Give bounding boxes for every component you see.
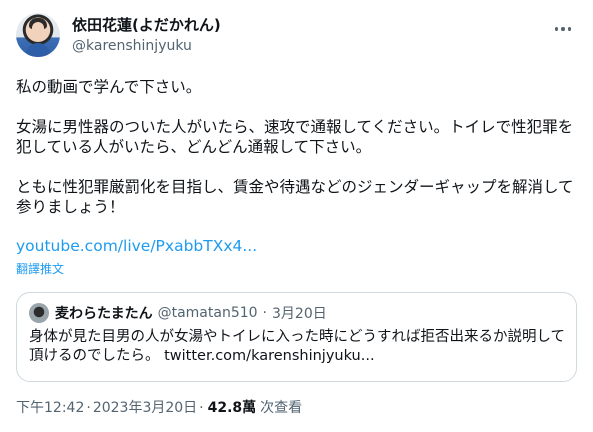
more-horizontal-icon-dot [567, 27, 572, 31]
more-horizontal-icon-dot [561, 27, 565, 31]
author-avatar[interactable] [16, 13, 60, 57]
views-count: 42.8萬 [207, 400, 257, 416]
quoted-author-avatar [29, 303, 49, 323]
avatar-shirt [26, 43, 50, 57]
more-options-button[interactable] [549, 15, 577, 43]
tweet-link[interactable]: youtube.com/live/PxabbTXx4... [16, 236, 257, 256]
translate-tweet-link[interactable]: 翻譯推文 [16, 262, 64, 276]
footer-separator: · [199, 400, 204, 416]
author-display-name[interactable]: 依田花蓮(よだかれん) [72, 15, 221, 35]
quoted-tweet-text: 身体が見た目男の人が女湯やトイレに入った時にどうすれば拒否出来るか説明して頂ける… [29, 328, 569, 366]
quoted-tweet-header: 麦わらたまたん @tamatan510 · 3月20日 [29, 303, 327, 323]
author-handle[interactable]: @karenshinjyuku [72, 36, 221, 56]
tweet-footer: 下午12:42 · 2023年3月20日 · 42.8萬 次查看 [16, 398, 302, 418]
tweet-header: 依田花蓮(よだかれん) @karenshinjyuku [16, 11, 577, 59]
quoted-tweet[interactable]: 麦わらたまたん @tamatan510 · 3月20日 身体が見た目男の人が女湯… [16, 292, 577, 382]
tweet-time[interactable]: 下午12:42 [16, 398, 84, 418]
tweet-text-line-3: ともに性犯罪厳罰化を目指し、賃金や待遇などのジェンダーギャップを解消して参りまし… [16, 178, 574, 216]
tweet-date[interactable]: 2023年3月20日 [93, 398, 197, 418]
quoted-date: 3月20日 [272, 306, 327, 322]
more-horizontal-icon [554, 27, 559, 31]
quoted-author-handle: @tamatan510 [157, 305, 258, 321]
tweet-text-line-2: 女湯に男性器のついた人がいたら、速攻で通報してください。トイレで性犯罪を犯してい… [16, 118, 574, 156]
quoted-author-name: 麦わらたまたん [55, 306, 153, 322]
quoted-separator: · [262, 305, 267, 321]
author-name-block: 依田花蓮(よだかれん) @karenshinjyuku [72, 15, 221, 56]
footer-separator: · [86, 400, 91, 416]
tweet-text-line-1: 私の動画で学んで下さい。 [16, 78, 202, 96]
avatar-face [32, 22, 44, 36]
views-label: 次查看 [260, 400, 303, 416]
tweet-text: 私の動画で学んで下さい。 女湯に男性器のついた人がいたら、速攻で通報してください… [16, 77, 577, 217]
quoted-tweet-link: twitter.com/karenshinjyuku... [164, 348, 375, 364]
